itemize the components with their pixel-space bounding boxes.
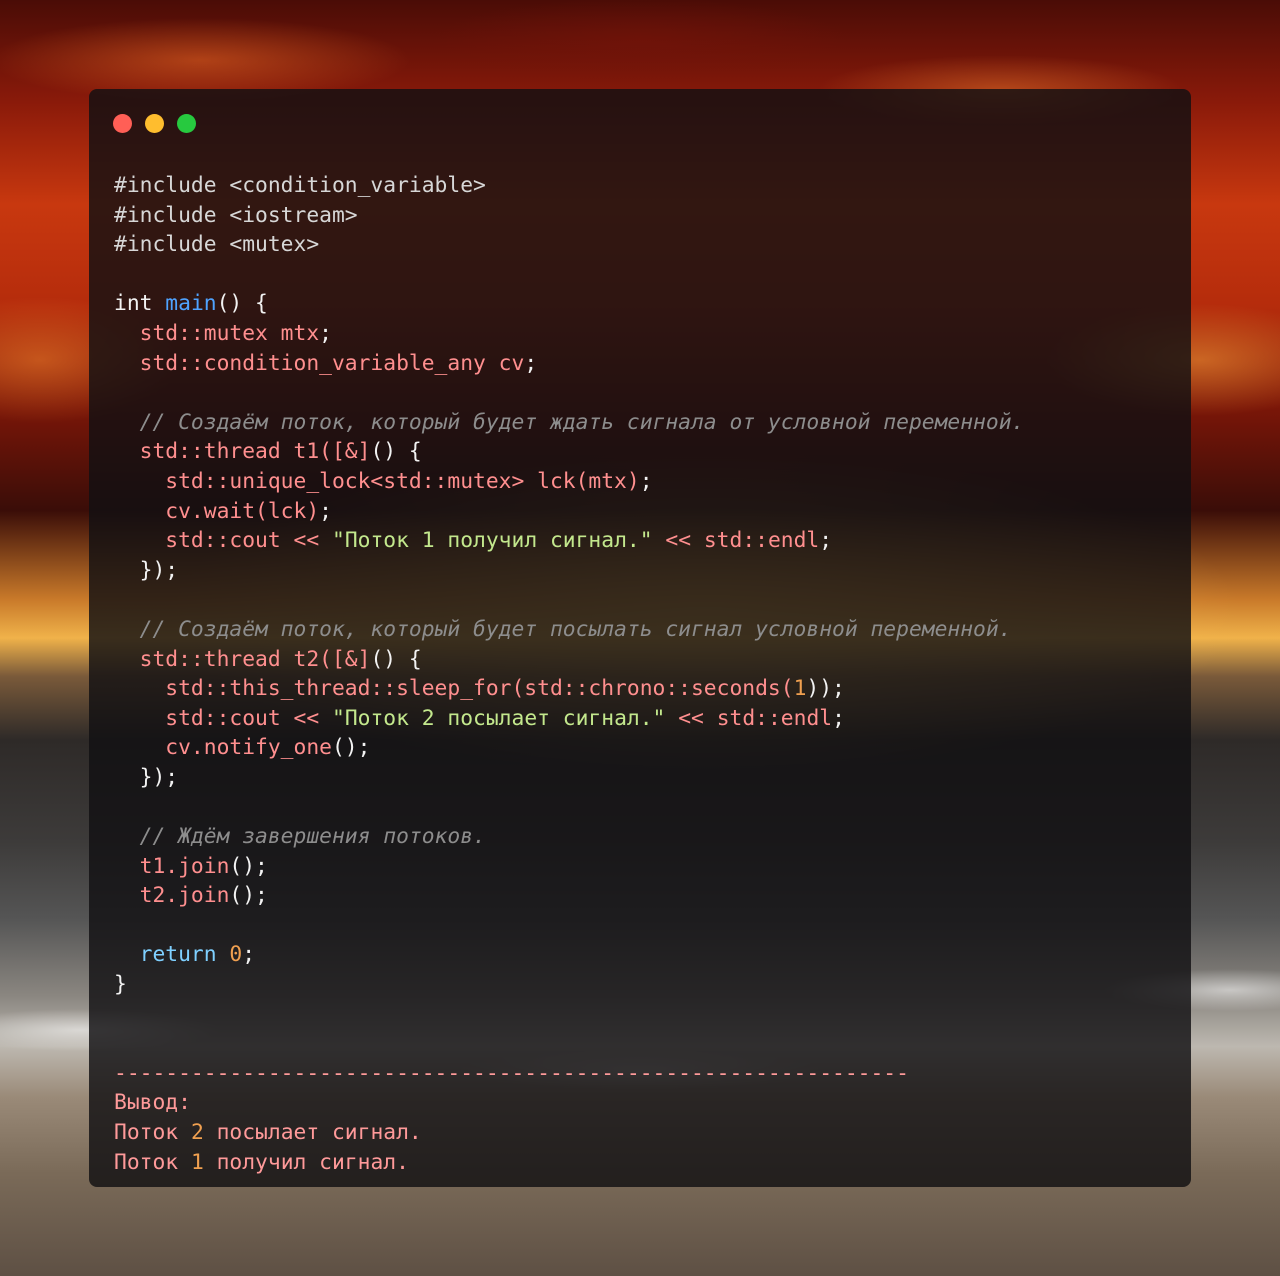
code-line: std::this_thread::sleep_for(std::chrono:… bbox=[114, 674, 1024, 704]
code-line: t2.join(); bbox=[114, 883, 268, 909]
lambda-close: }); bbox=[114, 764, 179, 790]
main-function-name: main bbox=[165, 291, 217, 317]
join-call: t2.join bbox=[114, 883, 230, 909]
close-dot-icon[interactable] bbox=[113, 114, 132, 133]
unique-lock-declaration: std::unique_lock<std::mutex> lck(mtx) bbox=[114, 468, 640, 494]
sleep-call-close: )); bbox=[806, 676, 845, 702]
code-line: std::mutex mtx; bbox=[114, 320, 332, 346]
code-line: #include <condition_variable> bbox=[114, 171, 1024, 201]
stream-operator: << bbox=[293, 705, 320, 731]
output-text: Поток bbox=[114, 1149, 191, 1175]
thread-t1-declaration: std::thread t1( bbox=[114, 439, 332, 465]
endl-token: std::endl bbox=[703, 528, 820, 554]
lambda-open: () { bbox=[370, 646, 422, 672]
code-comment: // Ждём завершения потоков. bbox=[114, 824, 486, 850]
return-keyword: return bbox=[114, 942, 217, 968]
code-line: std::cout << "Поток 2 посылает сигнал." … bbox=[114, 705, 845, 731]
mutex-declaration: std::mutex mtx bbox=[114, 320, 320, 346]
code-window: #include <condition_variable> #include <i… bbox=[89, 89, 1191, 1187]
stream-operator: << bbox=[678, 705, 704, 731]
code-line: std::condition_variable_any cv; bbox=[114, 350, 538, 376]
code-line: return 0; bbox=[114, 942, 256, 968]
wait-call: cv.wait(lck) bbox=[114, 498, 320, 524]
include-directive: #include <condition_variable> bbox=[114, 173, 486, 198]
code-line: std::unique_lock<std::mutex> lck(mtx); bbox=[114, 468, 653, 494]
code-line: int main() { bbox=[114, 289, 1024, 319]
code-line: } bbox=[114, 970, 1024, 1000]
int-keyword: int bbox=[114, 291, 153, 317]
main-close: } bbox=[114, 972, 127, 998]
number-literal: 1 bbox=[793, 676, 807, 702]
notify-call: cv.notify_one bbox=[114, 735, 332, 761]
string-literal: "Поток 2 посылает сигнал." bbox=[332, 705, 666, 731]
code-line: std::thread t1([&]() { bbox=[114, 437, 1024, 467]
code-line: cv.notify_one(); bbox=[114, 735, 371, 761]
string-literal: "Поток 1 получил сигнал." bbox=[332, 528, 653, 554]
output-label-line: Вывод: bbox=[114, 1088, 1024, 1118]
code-line: t1.join(); bbox=[114, 853, 268, 879]
cout-stream: std::cout bbox=[114, 528, 294, 554]
thread-t2-declaration: std::thread t2( bbox=[114, 646, 332, 672]
output-line: Поток 2 посылает сигнал. bbox=[114, 1118, 1024, 1148]
output-text: получил сигнал. bbox=[203, 1149, 409, 1175]
code-line: cv.wait(lck); bbox=[114, 498, 332, 524]
main-signature: () { bbox=[216, 291, 268, 317]
include-directive: #include <mutex> bbox=[114, 232, 320, 258]
endl-token: std::endl bbox=[716, 705, 833, 731]
code-line: std::thread t2([&]() { bbox=[114, 645, 1024, 675]
code-line: #include <iostream> bbox=[114, 201, 1024, 231]
output-separator: ----------------------------------------… bbox=[114, 1060, 909, 1086]
output-separator-line: ----------------------------------------… bbox=[114, 1059, 1024, 1089]
code-line: }); bbox=[114, 763, 1024, 793]
sleep-call: std::this_thread::sleep_for(std::chrono:… bbox=[114, 676, 794, 702]
maximize-dot-icon[interactable] bbox=[177, 114, 196, 133]
cout-stream: std::cout bbox=[114, 705, 294, 731]
output-number: 2 bbox=[190, 1120, 204, 1145]
output-text: Поток bbox=[114, 1120, 191, 1145]
join-call: t1.join bbox=[114, 853, 230, 879]
code-line: // Создаём поток, который будет ждать си… bbox=[114, 408, 1025, 438]
code-comment: // Создаём поток, который будет посылать… bbox=[114, 616, 1012, 642]
stream-operator: << bbox=[665, 528, 692, 554]
stream-operator: << bbox=[293, 528, 320, 554]
code-comment: // Создаём поток, который будет ждать си… bbox=[114, 409, 1025, 435]
code-line: }); bbox=[114, 556, 1024, 586]
lambda-capture: [&] bbox=[331, 439, 371, 465]
output-number: 1 bbox=[190, 1149, 204, 1175]
code-line: #include <mutex> bbox=[114, 230, 1024, 260]
include-directive: #include <iostream> bbox=[114, 202, 358, 228]
lambda-capture: [&] bbox=[331, 646, 371, 672]
output-text: посылает сигнал. bbox=[203, 1120, 422, 1145]
lambda-close: }); bbox=[114, 557, 179, 583]
output-label: Вывод: bbox=[114, 1090, 191, 1116]
code-block: #include <condition_variable> #include <i… bbox=[114, 171, 1024, 1177]
number-literal: 0 bbox=[229, 942, 243, 968]
code-line: // Ждём завершения потоков. bbox=[114, 822, 1024, 852]
lambda-open: () { bbox=[370, 439, 422, 465]
output-line: Поток 1 получил сигнал. bbox=[114, 1148, 1024, 1178]
code-line: // Создаём поток, который будет посылать… bbox=[114, 615, 1024, 645]
window-controls bbox=[113, 114, 196, 133]
minimize-dot-icon[interactable] bbox=[145, 114, 164, 133]
cv-declaration: std::condition_variable_any cv bbox=[114, 350, 525, 376]
code-line: std::cout << "Поток 1 получил сигнал." <… bbox=[114, 528, 833, 554]
